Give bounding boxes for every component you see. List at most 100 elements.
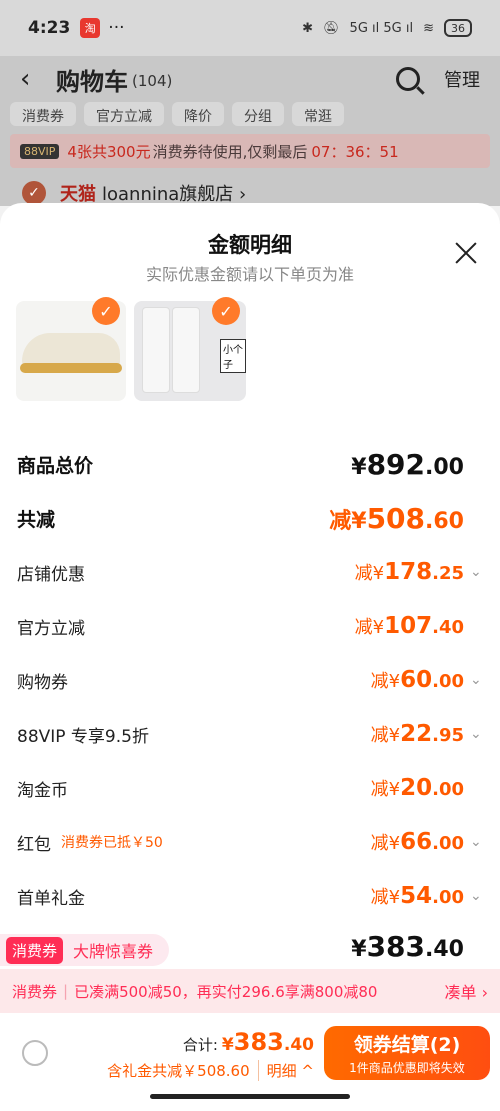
back-icon[interactable]: ‹ xyxy=(20,64,56,94)
row-label: 共减 xyxy=(17,508,56,531)
row-amount: 减¥ 60.00 xyxy=(371,667,464,693)
row-taojinbi: 淘金币 减¥20.00 ⌄ xyxy=(0,761,500,815)
amount-dec: .00 xyxy=(432,887,464,908)
row-official-discount: 官方立减 减¥107.40 ⌄ xyxy=(0,599,500,653)
row-amount: 减¥ 178.25 xyxy=(355,559,464,585)
amount-dec: .95 xyxy=(432,725,464,746)
bluetooth-icon: ✱ xyxy=(302,20,314,36)
amount-dec: .00 xyxy=(425,454,464,480)
manage-button[interactable]: 管理 xyxy=(444,66,480,92)
row-store-discount[interactable]: 店铺优惠 减¥ 178.25 ⌄ xyxy=(0,545,500,599)
mute-icon: 🔕︎ xyxy=(323,20,340,36)
detail-toggle[interactable]: 明细 ^ xyxy=(257,1060,314,1081)
promo-countdown: 07：36：51 xyxy=(311,142,399,161)
amount-int: 383 xyxy=(366,930,426,963)
nav-bar: ‹ 购物车 (104) 管理 xyxy=(0,56,500,102)
product-thumb-pants[interactable]: 小个子 ✓ xyxy=(134,297,246,401)
promo-highlight: 4张共300元 xyxy=(67,142,151,161)
amount-prefix: ¥ xyxy=(351,937,367,962)
brand-coupon-strip[interactable]: 消费券 大牌惊喜券 xyxy=(0,934,170,966)
row-label: 购物券 xyxy=(17,672,68,693)
footer-discount-text: 含礼金共减￥508.60 xyxy=(107,1062,250,1080)
filter-chip-price-drop[interactable]: 降价 xyxy=(172,102,224,126)
page-title: 购物车 xyxy=(56,67,128,96)
more-notifications-icon: ··· xyxy=(108,18,125,38)
amount-dec: .40 xyxy=(425,937,464,962)
amount-int: 54 xyxy=(400,883,433,909)
row-total-discount: 共减 减¥508.60 ⌄ xyxy=(0,491,500,545)
amount-prefix: 减¥ xyxy=(370,725,401,746)
row-label: 官方立减 xyxy=(17,618,85,639)
close-icon[interactable] xyxy=(454,241,478,265)
row-total-price: 商品总价 ¥892.00 ⌄ xyxy=(0,437,500,491)
row-label: 淘金币 xyxy=(17,780,68,801)
amount-prefix: ¥ xyxy=(351,454,367,480)
row-vip-discount[interactable]: 88VIP 专享9.5折 减¥ 22.95 ⌄ xyxy=(0,707,500,761)
search-icon[interactable] xyxy=(396,67,420,91)
chevron-down-icon[interactable]: ⌄ xyxy=(470,672,484,688)
amount-int: 22 xyxy=(400,721,433,747)
amount-rows: 商品总价 ¥892.00 ⌄ 共减 减¥508.60 ⌄ 店铺优惠 减¥178.… xyxy=(0,437,500,923)
checkout-footer: 合计: ¥383.40 含礼金共减￥508.60 明细 ^ 领券结算(2) 1件… xyxy=(0,1014,500,1111)
footer-total: 合计: ¥383.40 xyxy=(183,1028,314,1056)
row-amount: 减¥ 66.00 xyxy=(371,829,464,855)
amount-dec: .00 xyxy=(432,779,464,800)
signal-icon: 5G ıl 5G ıl xyxy=(349,20,414,36)
coupon-badge: 消费券 xyxy=(6,936,64,964)
footer-discount-summary: 含礼金共减￥508.60 明细 ^ xyxy=(107,1060,314,1081)
amount-prefix: 减¥ xyxy=(370,887,401,908)
select-all-checkbox[interactable] xyxy=(22,1040,48,1066)
add-items-link[interactable]: 凑单 › xyxy=(445,979,489,1003)
filter-chip-coupon[interactable]: 消费券 xyxy=(10,102,76,126)
status-time: 4:23 xyxy=(28,18,71,38)
checkout-button[interactable]: 领券结算(2) 1件商品优惠即将失效 xyxy=(324,1026,490,1080)
row-amount: ¥892.00 xyxy=(351,448,464,481)
amount-int: 66 xyxy=(400,829,433,855)
amount-dec: .40 xyxy=(283,1035,314,1055)
filter-chip-group[interactable]: 分组 xyxy=(232,102,284,126)
coupon-promo-banner[interactable]: 88VIP 4张共300元 消费券待使用,仅剩最后 07：36：51 xyxy=(10,134,490,168)
filter-chip-frequent[interactable]: 常逛 xyxy=(292,102,344,126)
store-row[interactable]: ✓ 天猫 loannina旗舰店 › xyxy=(0,168,500,208)
home-indicator[interactable] xyxy=(150,1094,350,1099)
coupon-progress-bar[interactable]: 消费券 | 已凑满500减50，再实付296.6享满800减80 凑单 › xyxy=(0,969,500,1013)
filter-chip-official-discount[interactable]: 官方立减 xyxy=(84,102,164,126)
promo-text: 消费券待使用,仅剩最后 xyxy=(152,142,308,161)
amount-detail-sheet: 金额明细 实际优惠金额请以下单页为准 ✓ 小个子 ✓ 商品总价 ¥892.00 … xyxy=(0,203,500,1111)
chevron-down-icon[interactable]: ⌄ xyxy=(470,834,484,850)
chevron-down-icon[interactable]: ⌄ xyxy=(470,888,484,904)
row-first-order-gift[interactable]: 首单礼金 减¥ 54.00 ⌄ xyxy=(0,869,500,923)
row-amount: 减¥ 508.60 xyxy=(329,502,464,535)
selected-check-icon: ✓ xyxy=(92,297,120,325)
amount-int: 383 xyxy=(233,1028,284,1056)
product-thumb-shoe[interactable]: ✓ xyxy=(16,297,126,401)
selected-check-icon: ✓ xyxy=(212,297,240,325)
row-shopping-coupon[interactable]: 购物券 减¥ 60.00 ⌄ xyxy=(0,653,500,707)
chevron-down-icon[interactable]: ⌄ xyxy=(470,564,484,580)
amount-int: 60 xyxy=(400,667,433,693)
cart-header-background: ‹ 购物车 (104) 管理 消费券 官方立减 降价 分组 常逛 88VIP 4… xyxy=(0,56,500,206)
checkout-sublabel: 1件商品优惠即将失效 xyxy=(349,1061,465,1075)
vip-badge: 88VIP xyxy=(20,143,60,159)
coupon-text: 大牌惊喜券 xyxy=(73,942,154,961)
amount-prefix: 减¥ xyxy=(370,671,401,692)
pants-image-right xyxy=(172,307,200,393)
coupon-bar-desc: 已凑满500减50，再实付296.6享满800减80 xyxy=(74,982,378,1001)
row-amount: 减¥ 20.00 xyxy=(371,775,464,801)
checkout-label: 领券结算(2) xyxy=(353,1034,461,1056)
pants-image-left xyxy=(142,307,170,393)
amount-dec: .40 xyxy=(432,617,464,638)
row-amount: 减¥ 22.95 xyxy=(371,721,464,747)
shoe-sole-image xyxy=(20,363,122,373)
amount-dec: .60 xyxy=(425,508,464,534)
amount-dec: .25 xyxy=(432,563,464,584)
sheet-title: 金额明细 xyxy=(208,233,292,257)
footer-total-label: 合计: xyxy=(182,1036,218,1054)
chevron-down-icon[interactable]: ⌄ xyxy=(470,726,484,742)
amount-int: 508 xyxy=(366,501,426,535)
amount-prefix: 减¥ xyxy=(370,833,401,854)
store-checkbox-icon[interactable]: ✓ xyxy=(22,181,46,205)
row-red-packet[interactable]: 红包 消费券已抵￥50 减¥ 66.00 ⌄ xyxy=(0,815,500,869)
amount-int: 892 xyxy=(366,447,426,481)
amount-dec: .00 xyxy=(432,671,464,692)
